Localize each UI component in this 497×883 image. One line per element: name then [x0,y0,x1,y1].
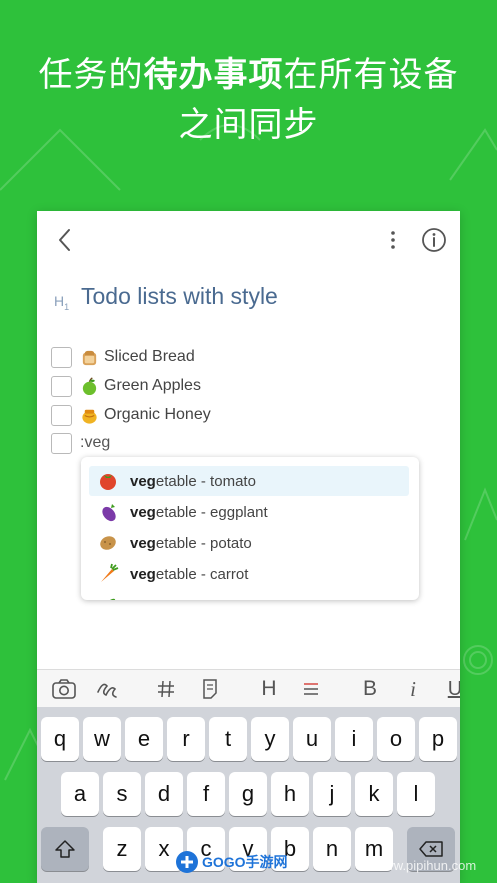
heading-marker: H1 [54,293,70,312]
bread-icon [82,350,97,365]
todo-item-editing[interactable]: :veg [51,432,110,454]
potato-icon [100,536,116,550]
sketch-icon[interactable] [95,676,119,702]
bold-button[interactable]: B [360,676,380,702]
headline-line-1: 任务的待办事项在所有设备 [0,50,497,100]
key-h[interactable]: h [271,772,309,816]
key-r[interactable]: r [167,717,205,761]
gamepad-logo-icon [176,851,198,873]
key-s[interactable]: s [103,772,141,816]
shift-key[interactable] [41,827,89,871]
match-prefix: veg [130,472,156,490]
heading-button[interactable]: H [259,676,279,702]
headline-part-2: 在所有设备 [283,55,459,95]
watermark-brand: GOGO手游网 [202,854,288,870]
todo-checkbox[interactable] [51,375,72,397]
autocomplete-label: etable - eggplant [155,503,268,521]
emoji-autocomplete-popup: vegetable - tomato vegetable - eggplant … [81,457,419,600]
key-l[interactable]: l [397,772,435,816]
key-i[interactable]: i [335,717,373,761]
carrot-icon [101,563,119,582]
key-u[interactable]: u [293,717,331,761]
hashtag-icon[interactable] [155,676,177,702]
headline-part-1: 任务的 [38,55,144,95]
camera-icon[interactable] [51,676,77,702]
todo-label: Green Apples [104,377,201,394]
italic-button[interactable]: i [405,676,421,702]
promo-headline: 任务的待办事项在所有设备 之间同步 [0,50,497,150]
info-icon[interactable] [421,227,447,253]
key-p[interactable]: p [419,717,457,761]
note-link-icon[interactable] [199,676,221,702]
todo-label: Sliced Bread [104,348,195,365]
autocomplete-label: etable - carrot [155,565,249,583]
note-editor-screen: H1 Todo lists with style Sliced Bread Gr… [37,211,460,883]
tomato-icon [100,474,116,490]
key-y[interactable]: y [251,717,289,761]
autocomplete-label: etable - tomato [155,472,256,490]
underline-button[interactable]: U [447,676,460,702]
watermark-url: www.pipihun.com [375,858,477,873]
match-prefix: veg [130,503,156,521]
eggplant-icon [102,504,116,522]
headline-highlight: 待办事项 [143,55,284,95]
match-prefix: veg [130,534,156,552]
key-a[interactable]: a [61,772,99,816]
cucumber-icon [100,598,116,600]
formatting-toolbar: H B i U [37,669,460,707]
key-o[interactable]: o [377,717,415,761]
headline-line-2: 之间同步 [178,105,319,145]
key-k[interactable]: k [355,772,393,816]
todo-item[interactable]: Sliced Bread [51,346,195,368]
todo-checkbox[interactable] [51,346,72,368]
autocomplete-item-partial[interactable] [89,590,409,600]
emoji-shortcode-input[interactable]: :veg [80,434,110,452]
list-icon[interactable] [301,676,321,702]
watermark-logo: GOGO手游网 [175,849,288,875]
todo-checkbox[interactable] [51,404,72,426]
autocomplete-item[interactable]: vegetable - eggplant [89,497,409,527]
key-j[interactable]: j [313,772,351,816]
green-apple-icon [82,376,97,395]
autocomplete-item[interactable]: vegetable - carrot [89,559,409,589]
autocomplete-item[interactable]: vegetable - tomato [89,466,409,496]
key-w[interactable]: w [83,717,121,761]
autocomplete-item[interactable]: vegetable - potato [89,528,409,558]
todo-item[interactable]: Organic Honey [51,404,211,426]
back-arrow-icon[interactable] [55,227,75,253]
more-options-icon[interactable] [387,229,399,251]
key-d[interactable]: d [145,772,183,816]
key-z[interactable]: z [103,827,141,871]
key-t[interactable]: t [209,717,247,761]
todo-item[interactable]: Green Apples [51,375,201,397]
match-prefix: veg [130,565,156,583]
key-f[interactable]: f [187,772,225,816]
key-n[interactable]: n [313,827,351,871]
autocomplete-label: etable - potato [155,534,252,552]
note-title[interactable]: Todo lists with style [81,283,278,310]
key-q[interactable]: q [41,717,79,761]
key-e[interactable]: e [125,717,163,761]
backspace-icon [419,841,443,857]
key-g[interactable]: g [229,772,267,816]
todo-checkbox[interactable] [51,432,72,454]
todo-label: Organic Honey [104,406,211,423]
honey-pot-icon [82,409,97,424]
shift-arrow-icon [55,840,75,858]
